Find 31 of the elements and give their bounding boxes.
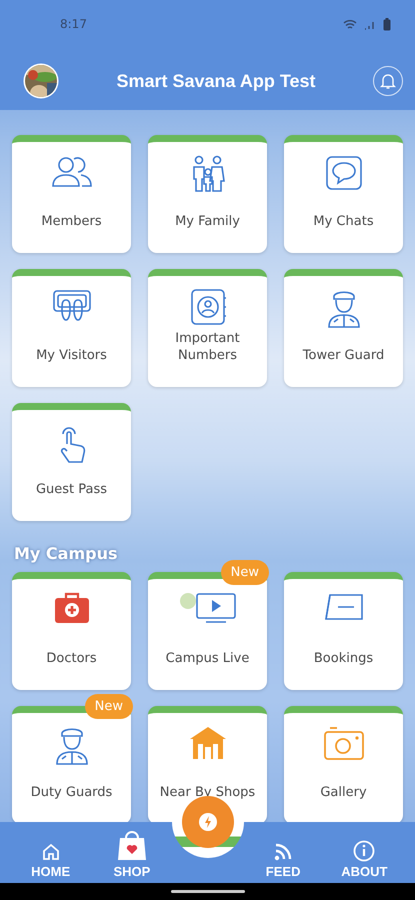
shop-icon <box>188 725 228 761</box>
wifi-icon <box>343 18 357 30</box>
info-icon <box>353 840 376 862</box>
menu-tile[interactable]: Bookings <box>284 572 403 690</box>
lightning-icon <box>197 811 219 833</box>
menu-tile[interactable]: My Chats <box>284 135 403 253</box>
battery-icon <box>383 18 391 30</box>
section-title: My Campus <box>14 544 118 563</box>
menu-tile[interactable]: Tower Guard <box>284 269 403 387</box>
bell-icon <box>380 72 396 90</box>
new-badge: New <box>84 694 133 719</box>
menu-tile[interactable]: Gallery <box>284 706 403 822</box>
menu-tile[interactable]: My Family <box>148 135 267 253</box>
menu-tile[interactable]: Important Numbers <box>148 269 267 387</box>
menu-tile[interactable]: Guest Pass <box>12 403 131 521</box>
app-title: Smart Savana App Test <box>115 70 317 92</box>
menu-tile[interactable]: Members <box>12 135 131 253</box>
menu-tile[interactable]: My Visitors <box>12 269 131 387</box>
people-icon <box>50 154 94 190</box>
new-badge: New <box>220 560 269 585</box>
rss-icon <box>273 842 294 862</box>
chat-bubble-icon <box>324 154 364 192</box>
camera-icon <box>322 725 366 761</box>
menu-tile[interactable]: Doctors <box>12 572 131 690</box>
contact-book-icon <box>188 288 226 326</box>
first-aid-kit-icon <box>52 591 90 625</box>
home-icon <box>40 842 61 862</box>
notification-button[interactable] <box>373 66 403 96</box>
shopping-bag-icon <box>116 828 148 862</box>
status-time: 8:17 <box>60 17 87 31</box>
video-screen-icon <box>178 591 238 625</box>
